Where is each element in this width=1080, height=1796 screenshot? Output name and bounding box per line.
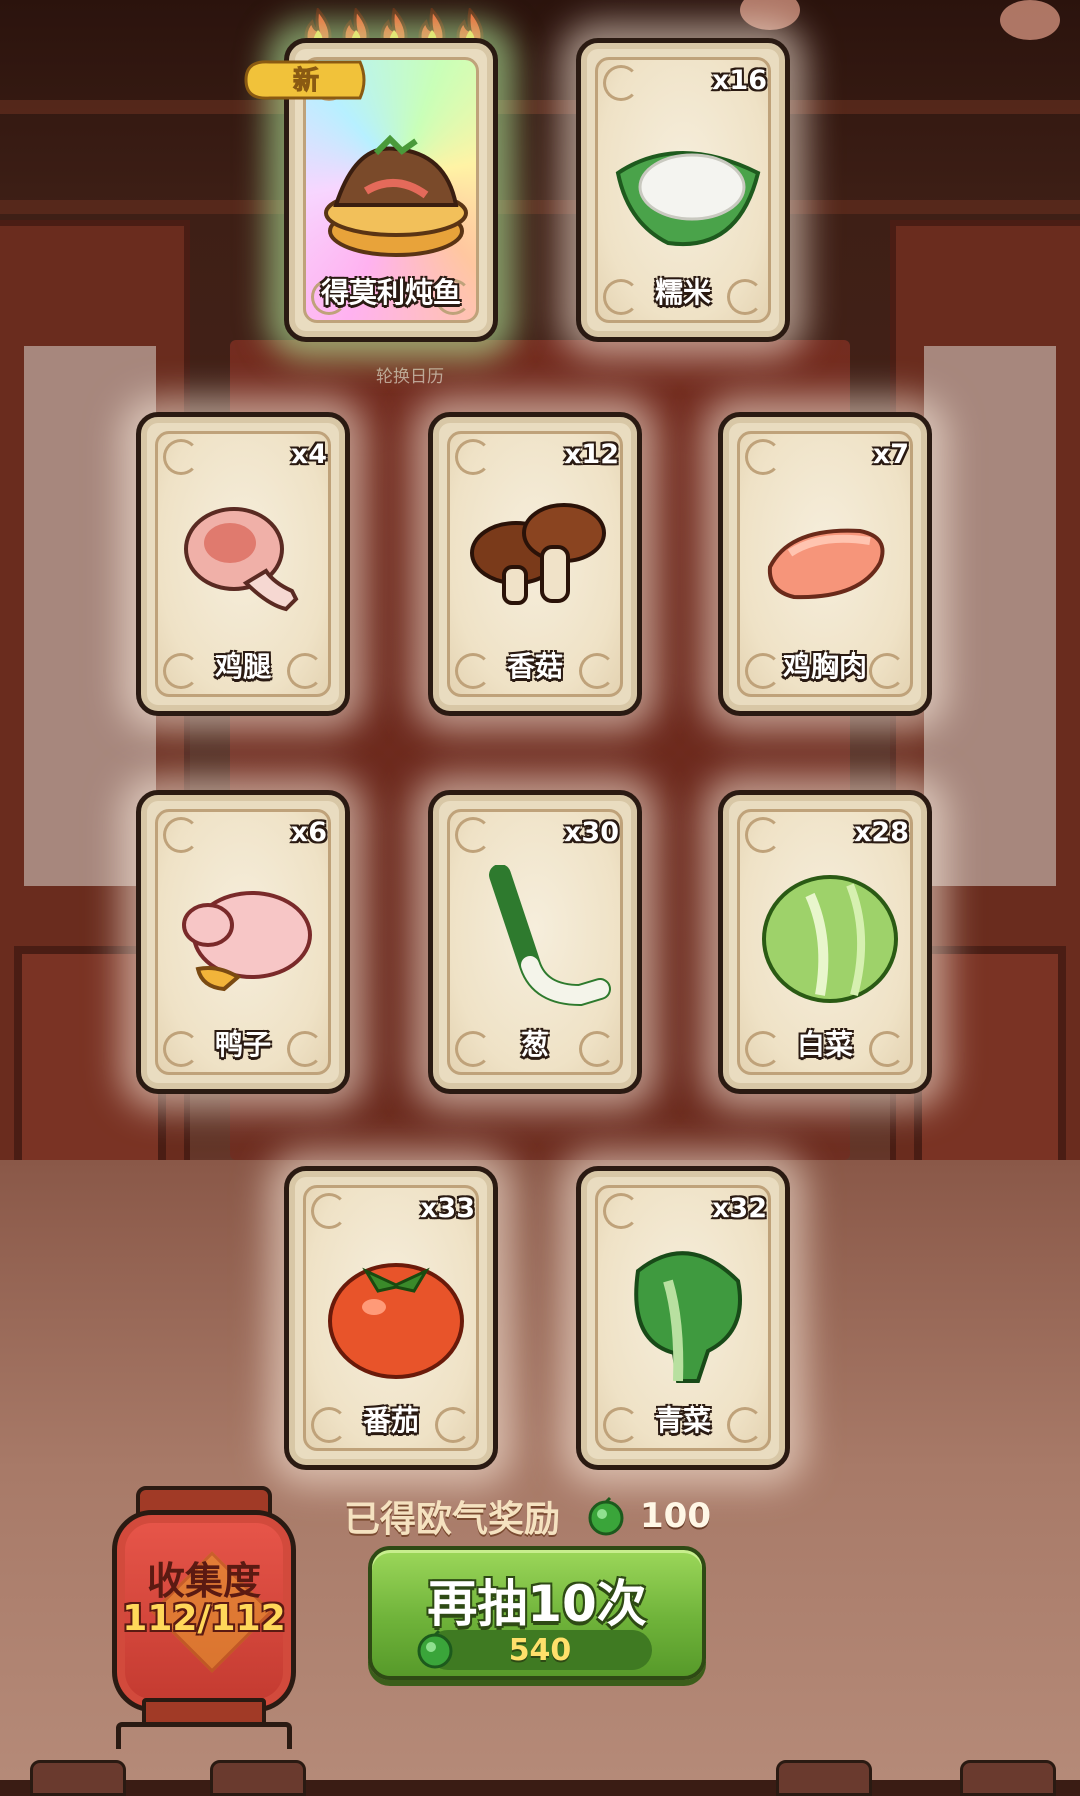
- card-count: x16: [712, 65, 767, 96]
- new-badge: 新: [244, 60, 366, 100]
- bok-choy-icon: [634, 1251, 742, 1383]
- ingredient-card-bok-choy[interactable]: x32 青菜: [576, 1166, 790, 1470]
- ceiling-beam: [0, 200, 1080, 214]
- ingredient-card-mushroom[interactable]: x12 香菇: [428, 412, 642, 716]
- reward-label: 已得欧气奖励: [344, 1499, 561, 1540]
- card-count: x32: [712, 1193, 767, 1224]
- card-name: 白菜: [796, 1028, 853, 1061]
- ingredient-card-scallion[interactable]: x30 葱: [428, 790, 642, 1094]
- green-coin-icon: [588, 1496, 624, 1536]
- mushroom-icon: [470, 503, 606, 605]
- sticky-rice-icon: [615, 151, 761, 247]
- duck-icon: [182, 891, 312, 992]
- cabbage-icon: [762, 875, 898, 1003]
- card-name: 青菜: [654, 1404, 711, 1437]
- fish-stew-icon: [324, 134, 468, 257]
- card-count: x12: [564, 439, 619, 470]
- draw-cost-value: 540: [508, 1632, 572, 1668]
- ingredient-card-sticky-rice[interactable]: x16 糯米: [576, 38, 790, 342]
- collection-progress: 112/112: [122, 1598, 286, 1639]
- bottom-tab[interactable]: [960, 1760, 1056, 1796]
- ingredient-card-chicken-leg[interactable]: x4 鸡腿: [136, 412, 350, 716]
- card-name: 鸡腿: [214, 650, 271, 683]
- blossom-decoration: [740, 0, 800, 30]
- card-name: 得莫利炖鱼: [320, 276, 461, 309]
- reward-row: 已得欧气奖励 100: [344, 1494, 764, 1540]
- bottom-tab[interactable]: [776, 1760, 872, 1796]
- card-name: 鸡胸肉: [782, 650, 867, 683]
- scallion-icon: [489, 865, 611, 1007]
- ingredient-card-tomato[interactable]: x33 番茄: [284, 1166, 498, 1470]
- ingredient-card-duck[interactable]: x6 鸭子: [136, 790, 350, 1094]
- bottom-tab[interactable]: [210, 1760, 306, 1796]
- card-name: 葱: [520, 1028, 549, 1061]
- card-count: x30: [564, 817, 619, 848]
- blossom-decoration: [1000, 0, 1060, 40]
- card-count: x4: [290, 439, 327, 470]
- ingredient-card-chicken-breast[interactable]: x7 鸡胸肉: [718, 412, 932, 716]
- bottom-tab[interactable]: [30, 1760, 126, 1796]
- card-count: x7: [872, 439, 909, 470]
- chicken-leg-icon: [184, 507, 299, 612]
- new-badge-text: 新: [293, 65, 319, 96]
- card-count: x6: [290, 817, 327, 848]
- green-coin-icon: [417, 1629, 453, 1669]
- ingredient-card-cabbage[interactable]: x28 白菜: [718, 790, 932, 1094]
- card-count: x28: [854, 817, 909, 848]
- card-name: 糯米: [654, 276, 711, 309]
- left-window-door: [0, 220, 190, 1280]
- card-name: 鸭子: [214, 1028, 271, 1061]
- tomato-icon: [328, 1263, 464, 1379]
- collection-label: 收集度: [146, 1559, 261, 1603]
- draw-ten-button[interactable]: 再抽10次 540: [368, 1546, 706, 1680]
- ceiling-beam: [0, 100, 1080, 114]
- background-caption: 轮换日历: [376, 367, 444, 387]
- card-count: x33: [420, 1193, 475, 1224]
- card-name: 番茄: [362, 1404, 419, 1437]
- collection-lantern-button[interactable]: 收集度 112/112: [112, 1486, 296, 1752]
- right-window-door: [890, 220, 1080, 1280]
- draw-button-label: 再抽10次: [427, 1575, 647, 1633]
- draw-cost: 540: [417, 1629, 652, 1670]
- chicken-breast-icon: [767, 528, 885, 600]
- reward-value: 100: [640, 1496, 711, 1536]
- card-name: 香菇: [506, 650, 563, 683]
